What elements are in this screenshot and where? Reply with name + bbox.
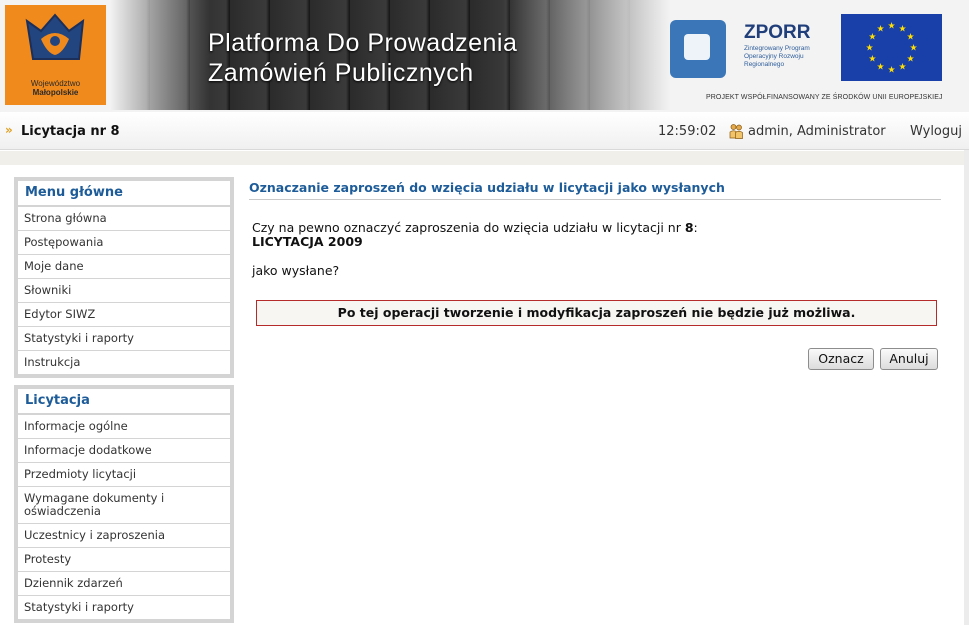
menu-item-my-data[interactable]: Moje dane [18, 254, 230, 278]
eu-star-icon: ★ [887, 66, 895, 76]
question-colon: : [693, 220, 698, 235]
menu-item-instructions[interactable]: Instrukcja [18, 350, 230, 374]
eu-star-icon: ★ [887, 22, 895, 32]
zporr-name: ZPORR [744, 22, 811, 43]
eu-star-icon: ★ [907, 33, 915, 43]
banner-title-line2: Zamówień Publicznych [208, 59, 474, 87]
question-text: Czy na pewno oznaczyć zaproszenia do wzi… [252, 220, 685, 235]
menu-item-additional-info[interactable]: Informacje dodatkowe [18, 438, 230, 462]
menu-item-statistics[interactable]: Statystyki i raporty [18, 326, 230, 350]
logout-link[interactable]: Wyloguj [910, 124, 962, 139]
header-banner: Województwo Małopolskie Platforma Do Pro… [0, 0, 969, 112]
keyboard-fade [110, 0, 210, 110]
eu-star-icon: ★ [898, 24, 906, 34]
eu-star-icon: ★ [909, 44, 917, 54]
page-title: Oznaczanie zaproszeń do wzięcia udziału … [249, 180, 725, 195]
auction-menu-title: Licytacja [18, 389, 230, 413]
zporr-logo: ZPORR Zintegrowany Program Operacyjny Ro… [670, 18, 830, 82]
question-as-sent: jako wysłane? [252, 263, 340, 278]
auction-menu: Licytacja Informacje ogólne Informacje d… [14, 385, 234, 623]
region-logo-text: Województwo Małopolskie [5, 79, 106, 97]
eu-star-icon: ★ [898, 63, 906, 73]
menu-item-auction-statistics[interactable]: Statystyki i raporty [18, 595, 230, 619]
project-cofinancing-note: PROJEKT WSPÓŁFINANSOWANY ZE ŚRODKÓW UNII… [706, 94, 943, 101]
main-menu: Menu główne Strona główna Postępowania M… [14, 177, 234, 378]
eu-star-icon: ★ [868, 33, 876, 43]
zporr-subtitle: Zintegrowany Program Operacyjny Rozwoju … [744, 45, 810, 68]
menu-item-home[interactable]: Strona główna [18, 206, 230, 230]
cancel-button[interactable]: Anuluj [880, 348, 938, 370]
menu-item-required-documents[interactable]: Wymagane dokumenty i oświadczenia [18, 486, 230, 523]
region-emblem-icon [25, 13, 85, 60]
clock: 12:59:02 [658, 124, 717, 139]
menu-item-event-log[interactable]: Dziennik zdarzeń [18, 571, 230, 595]
users-icon [729, 124, 743, 139]
menu-item-protests[interactable]: Protesty [18, 547, 230, 571]
eu-star-icon: ★ [876, 24, 884, 34]
eu-star-icon: ★ [865, 44, 873, 54]
banner-title: Platforma Do Prowadzenia Zamówień Public… [208, 28, 517, 88]
breadcrumb: Licytacja nr 8 [21, 124, 120, 139]
eu-star-icon: ★ [868, 55, 876, 65]
region-logo-line2: Małopolskie [32, 88, 79, 97]
region-logo: Województwo Małopolskie [5, 5, 106, 105]
eu-star-icon: ★ [907, 55, 915, 65]
title-divider [249, 199, 941, 200]
double-chevron-right-icon: » [5, 123, 13, 137]
puzzle-icon [670, 20, 726, 78]
auction-number: 8 [684, 220, 694, 235]
mark-button[interactable]: Oznacz [808, 348, 874, 370]
eu-flag-icon: ★ ★ ★ ★ ★ ★ ★ ★ ★ ★ ★ ★ [841, 14, 942, 81]
menu-item-participants-invitations[interactable]: Uczestnicy i zaproszenia [18, 523, 230, 547]
menu-item-general-info[interactable]: Informacje ogólne [18, 414, 230, 438]
confirmation-question: Czy na pewno oznaczyć zaproszenia do wzi… [252, 221, 698, 249]
banner-title-line1: Platforma Do Prowadzenia [208, 29, 518, 57]
warning-box: Po tej operacji tworzenie i modyfikacja … [256, 300, 937, 326]
menu-item-dictionaries[interactable]: Słowniki [18, 278, 230, 302]
auction-name: LICYTACJA 2009 [252, 234, 363, 249]
top-bar: » Licytacja nr 8 12:59:02 admin, Adminis… [0, 112, 969, 150]
main-menu-title: Menu główne [18, 181, 230, 205]
window-edge [964, 150, 969, 625]
menu-item-auction-items[interactable]: Przedmioty licytacji [18, 462, 230, 486]
separator-strip [0, 151, 969, 165]
menu-item-proceedings[interactable]: Postępowania [18, 230, 230, 254]
region-logo-line1: Województwo [30, 79, 81, 88]
eu-star-icon: ★ [876, 63, 884, 73]
menu-item-siwz-editor[interactable]: Edytor SIWZ [18, 302, 230, 326]
current-user: admin, Administrator [748, 124, 886, 139]
